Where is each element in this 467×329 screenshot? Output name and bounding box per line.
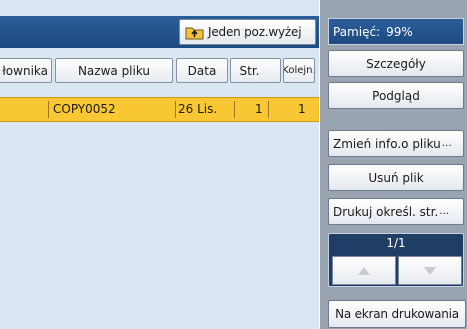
preview-button[interactable]: Podgląd [328, 82, 464, 109]
up-one-level-button[interactable]: Jeden poz.wyżej [179, 19, 316, 45]
print-specified-pages-label: Drukuj określ. str. [333, 204, 439, 219]
cell-divider [48, 101, 49, 118]
memory-status: Pamięć: 99% [328, 18, 464, 45]
cell-divider [175, 101, 176, 118]
change-file-info-button[interactable]: Zmień info.o pliku… [328, 130, 464, 157]
page-indicator: 1/1 [386, 236, 406, 250]
up-one-level-label: Jeden poz.wyżej [208, 25, 302, 39]
column-order-header[interactable]: Kolejn. [283, 58, 315, 83]
triangle-down-icon [424, 266, 436, 275]
memory-value: 99% [386, 24, 413, 39]
cell-divider [234, 101, 235, 118]
column-header-row: łownika Nazwa pliku Data Str. Kolejn. [0, 58, 319, 83]
details-button[interactable]: Szczegóły [328, 50, 464, 77]
delete-file-button[interactable]: Usuń plik [328, 164, 464, 191]
column-file-name-header[interactable]: Nazwa pliku [55, 58, 173, 83]
page-up-button[interactable] [332, 256, 396, 285]
pager: 1/1 [328, 233, 464, 287]
cell-divider [268, 101, 269, 118]
column-pages-header[interactable]: Str. [230, 58, 281, 83]
triangle-up-icon [358, 266, 370, 275]
print-screen-button[interactable]: Na ekran drukowania [328, 300, 466, 328]
ellipsis-icon: … [441, 138, 452, 149]
column-owner-header[interactable]: łownika [0, 58, 52, 83]
page-down-button[interactable] [398, 256, 462, 285]
memory-label: Pamięć: [333, 24, 381, 39]
change-file-info-label: Zmień info.o pliku [333, 136, 441, 151]
table-row[interactable]: COPY0052 26 Lis. 1 1 [0, 97, 319, 122]
folder-up-icon [185, 27, 204, 39]
ellipsis-icon: … [439, 206, 450, 217]
file-name-cell: COPY0052 [53, 102, 116, 116]
column-date-header[interactable]: Data [176, 58, 228, 83]
order-cell: 1 [298, 102, 306, 116]
date-cell: 26 Lis. [178, 102, 218, 116]
print-specified-pages-button[interactable]: Drukuj określ. str.… [328, 198, 464, 225]
pages-cell: 1 [255, 102, 263, 116]
file-list-area: Jeden poz.wyżej łownika Nazwa pliku Data… [0, 0, 319, 329]
